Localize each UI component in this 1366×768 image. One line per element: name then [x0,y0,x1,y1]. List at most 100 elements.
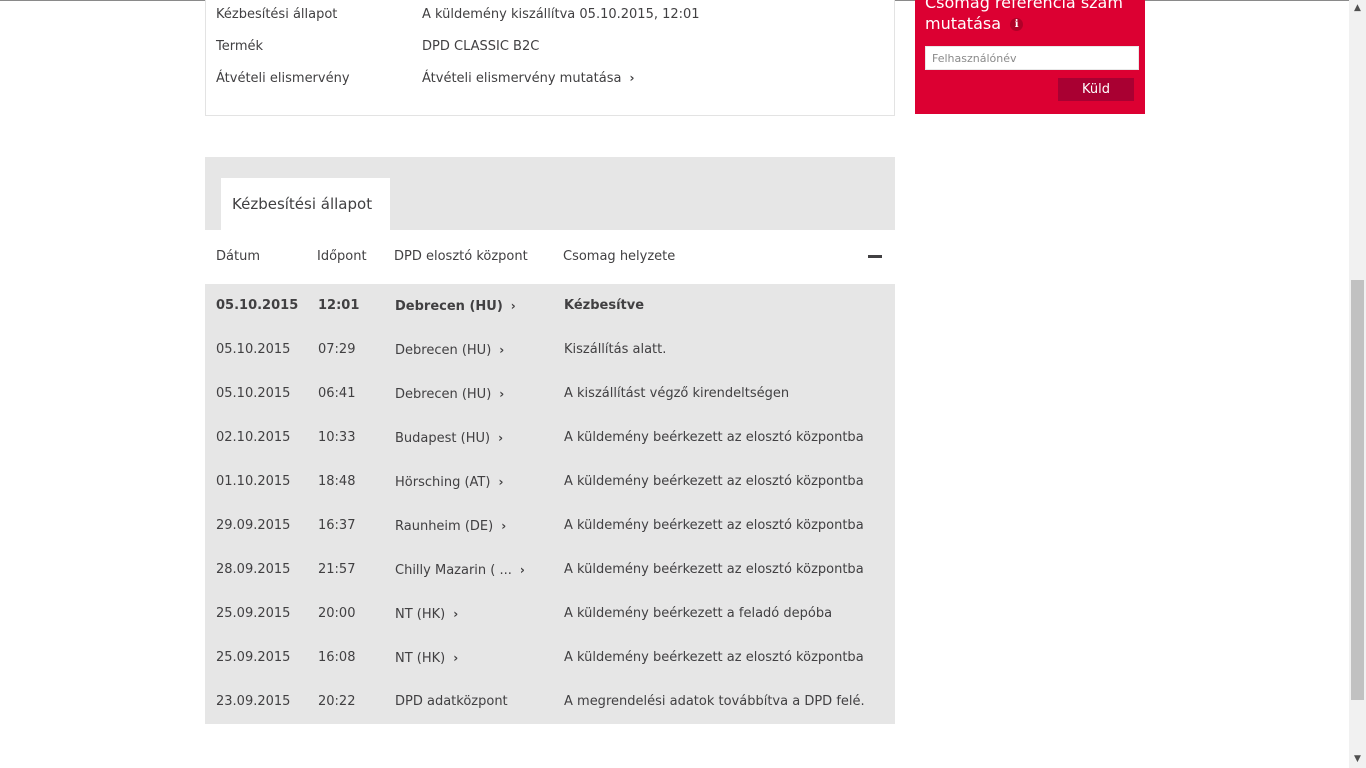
cell-time: 18:48 [307,461,382,503]
cell-date: 02.10.2015 [205,417,305,459]
cell-status: A küldemény beérkezett az elosztó közpon… [553,461,895,503]
cell-time: 10:33 [307,417,382,459]
collapse-minus-icon[interactable] [868,255,882,258]
column-header-status: Csomag helyzete [563,249,676,264]
reference-number-box: Csomag referencia szám mutatása i Küld [915,0,1145,114]
hub-name: Chilly Mazarin ( ... [395,563,512,578]
tracking-table-body: 05.10.2015 12:01 Debrecen (HU) › Kézbesít… [205,285,895,725]
hub-link[interactable]: Debrecen (HU) › [395,299,516,314]
cell-hub: Chilly Mazarin ( ... › [384,549,551,591]
cell-status: Kézbesítve [553,285,895,327]
table-row: 25.09.2015 16:08 NT (HK) › A küldemény be… [205,637,895,679]
cell-hub: Hörsching (AT) › [384,461,551,503]
hub-link[interactable]: Hörsching (AT) › [395,475,503,490]
cell-time: 20:22 [307,681,382,723]
hub-link[interactable]: Raunheim (DE) › [395,519,506,534]
cell-hub: Debrecen (HU) › [384,285,551,327]
info-label: Átvételi elismervény [216,71,350,86]
show-receipt-label: Átvételi elismervény mutatása [422,71,622,86]
cell-hub: Debrecen (HU) › [384,373,551,415]
hub-name: NT (HK) [395,607,446,622]
cell-status: A küldemény beérkezett az elosztó közpon… [553,549,895,591]
cell-status: Kiszállítás alatt. [553,329,895,371]
cell-time: 16:37 [307,505,382,547]
hub-name: Debrecen (HU) [395,387,492,402]
cell-date: 05.10.2015 [205,285,305,327]
table-row: 01.10.2015 18:48 Hörsching (AT) › A külde… [205,461,895,503]
table-row: 05.10.2015 06:41 Debrecen (HU) › A kiszál… [205,373,895,415]
hub-link[interactable]: Chilly Mazarin ( ... › [395,563,525,578]
cell-time: 07:29 [307,329,382,371]
table-row: 29.09.2015 16:37 Raunheim (DE) › A küldem… [205,505,895,547]
cell-date: 05.10.2015 [205,329,305,371]
cell-hub: NT (HK) › [384,593,551,635]
chevron-right-icon: › [499,343,505,357]
table-row: 28.09.2015 21:57 Chilly Mazarin ( ... › A… [205,549,895,591]
chevron-right-icon: › [453,651,459,665]
cell-date: 25.09.2015 [205,593,305,635]
chevron-right-icon: › [519,563,525,577]
column-header-hub: DPD elosztó központ [394,249,528,264]
column-header-time: Időpont [317,249,367,264]
info-label: Termék [216,39,264,54]
table-row: 25.09.2015 20:00 NT (HK) › A küldemény be… [205,593,895,635]
column-header-date: Dátum [216,249,260,264]
cell-hub: Raunheim (DE) › [384,505,551,547]
scroll-thumb[interactable] [1351,280,1364,700]
hub-link[interactable]: NT (HK) › [395,651,458,666]
tab-delivery-status[interactable]: Kézbesítési állapot [221,178,390,230]
cell-date: 29.09.2015 [205,505,305,547]
hub-link[interactable]: Debrecen (HU) › [395,343,504,358]
chevron-right-icon: › [453,607,459,621]
cell-status: A megrendelési adatok továbbítva a DPD f… [553,681,895,723]
hub-name: Debrecen (HU) [395,299,503,314]
hub-name: Budapest (HU) [395,431,491,446]
cell-status: A küldemény beérkezett az elosztó közpon… [553,417,895,459]
scroll-up-arrow-icon[interactable]: ▲ [1349,0,1366,17]
cell-time: 06:41 [307,373,382,415]
cell-time: 16:08 [307,637,382,679]
hub-name: NT (HK) [395,651,446,666]
cell-time: 21:57 [307,549,382,591]
cell-status: A küldemény beérkezett a feladó depóba [553,593,895,635]
hub-link[interactable]: Budapest (HU) › [395,431,503,446]
chevron-right-icon: › [498,431,504,445]
hub-name: Hörsching (AT) [395,475,491,490]
cell-date: 05.10.2015 [205,373,305,415]
hub-name: Raunheim (DE) [395,519,494,534]
cell-status: A küldemény beérkezett az elosztó közpon… [553,637,895,679]
cell-time: 12:01 [307,285,382,327]
info-label: Kézbesítési állapot [216,7,338,22]
table-row: 02.10.2015 10:33 Budapest (HU) › A küldem… [205,417,895,459]
cell-date: 01.10.2015 [205,461,305,503]
cell-date: 23.09.2015 [205,681,305,723]
cell-date: 28.09.2015 [205,549,305,591]
cell-hub: Debrecen (HU) › [384,329,551,371]
cell-time: 20:00 [307,593,382,635]
chevron-right-icon: › [501,519,507,533]
vertical-scrollbar[interactable]: ▲ ▼ [1349,0,1366,768]
chevron-right-icon: › [510,299,516,313]
username-input[interactable] [925,46,1139,70]
chevron-right-icon: › [499,387,505,401]
chevron-right-icon: › [498,475,504,489]
chevron-right-icon: › [629,71,635,85]
info-value: DPD CLASSIC B2C [422,39,540,54]
show-receipt-link[interactable]: Átvételi elismervény mutatása › [422,71,634,86]
tracking-panel: Kézbesítési állapot Dátum Időpont DPD el… [205,157,895,724]
cell-hub: DPD adatközpont [384,681,551,723]
cell-date: 25.09.2015 [205,637,305,679]
hub-link[interactable]: Debrecen (HU) › [395,387,504,402]
table-row: 05.10.2015 12:01 Debrecen (HU) › Kézbesít… [205,285,895,327]
cell-hub: Budapest (HU) › [384,417,551,459]
cell-status: A küldemény beérkezett az elosztó közpon… [553,505,895,547]
reference-box-title-text: Csomag referencia szám mutatása [925,0,1123,33]
shipment-info-box: Kézbesítési állapot A küldemény kiszállí… [205,0,895,116]
scroll-down-arrow-icon[interactable]: ▼ [1349,751,1366,768]
send-button[interactable]: Küld [1058,78,1134,101]
cell-status: A kiszállítást végző kirendeltségen [553,373,895,415]
hub-link[interactable]: NT (HK) › [395,607,458,622]
info-value: A küldemény kiszállítva 05.10.2015, 12:0… [422,7,700,22]
cell-hub: NT (HK) › [384,637,551,679]
info-icon[interactable]: i [1010,18,1024,31]
